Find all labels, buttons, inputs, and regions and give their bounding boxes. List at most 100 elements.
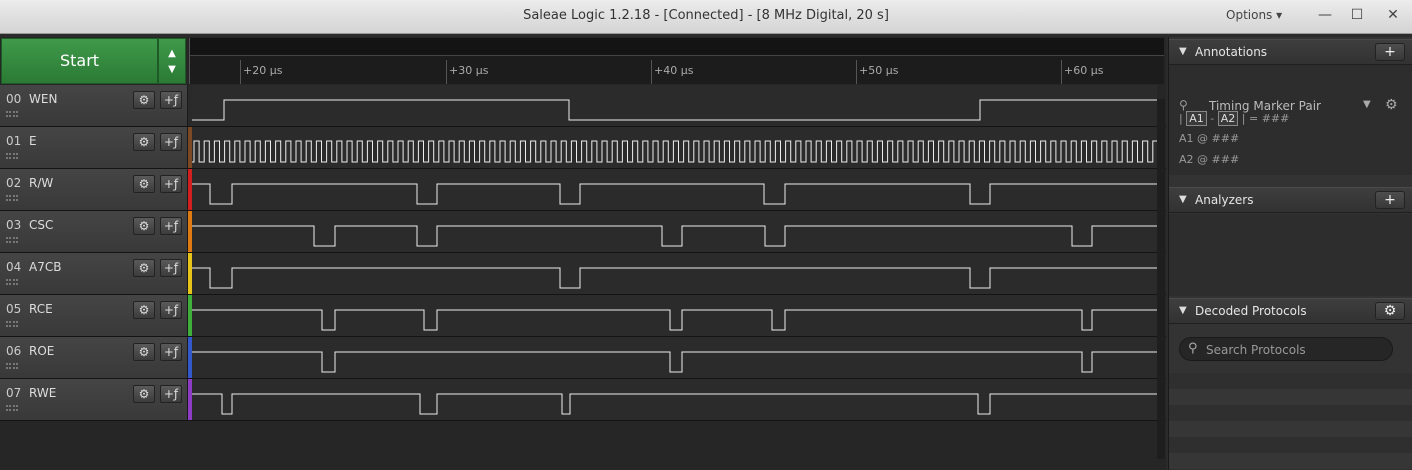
collapse-triangle-icon[interactable]: ▼ [1179, 46, 1187, 57]
decoded-protocols-title: Decoded Protocols [1195, 304, 1307, 318]
channel-row-csc[interactable]: 03 CSC ⚙ +ƒ [0, 211, 1166, 253]
channel-settings-button[interactable]: ⚙ [133, 175, 155, 193]
start-options-button[interactable]: ▲ ▼ [158, 38, 186, 84]
waveform-e[interactable] [192, 127, 1157, 168]
channel-index: 07 [6, 386, 22, 400]
channel-name[interactable]: R/W [29, 176, 53, 190]
channel-name[interactable]: ROE [29, 344, 54, 358]
waveform-a7cb[interactable] [192, 253, 1157, 294]
waveform-rce[interactable] [192, 295, 1157, 336]
channel-settings-button[interactable]: ⚙ [133, 343, 155, 361]
vertical-scrollbar[interactable] [1157, 99, 1165, 459]
drag-handle-icon[interactable] [6, 363, 18, 369]
trigger-button[interactable]: +ƒ [160, 217, 182, 235]
channel-index: 04 [6, 260, 22, 274]
ruler-tick-label: +50 µs [859, 64, 899, 77]
trigger-button[interactable]: +ƒ [160, 385, 182, 403]
channel-name[interactable]: RWE [29, 386, 56, 400]
channel-area: Start ▲ ▼ +20 µs +30 µs +40 µs +50 µs +6… [0, 37, 1166, 470]
time-ruler[interactable]: +20 µs +30 µs +40 µs +50 µs +60 µs [189, 38, 1164, 84]
analyzers-title: Analyzers [1195, 193, 1254, 207]
add-analyzer-button[interactable]: + [1375, 191, 1405, 209]
a1-value: ### [1211, 132, 1240, 145]
channel-row-e[interactable]: 01 E ⚙ +ƒ [0, 127, 1166, 169]
waveform-rwe[interactable] [192, 379, 1157, 420]
measurement-row: | A1 - A2 | = ### [1179, 111, 1289, 126]
a2-row: A2 @ ### [1179, 153, 1239, 166]
trigger-button[interactable]: +ƒ [160, 133, 182, 151]
annotations-title: Annotations [1195, 45, 1268, 59]
channel-name[interactable]: RCE [29, 302, 53, 316]
channel-settings-button[interactable]: ⚙ [133, 91, 155, 109]
channel-settings-button[interactable]: ⚙ [133, 301, 155, 319]
channel-label[interactable]: 03 CSC ⚙ +ƒ [0, 211, 188, 252]
channel-label[interactable]: 01 E ⚙ +ƒ [0, 127, 188, 168]
decoded-protocols-header[interactable]: ▼ Decoded Protocols ⚙ [1169, 298, 1412, 324]
trigger-button[interactable]: +ƒ [160, 175, 182, 193]
ruler-tickline [1061, 60, 1062, 84]
trigger-button[interactable]: +ƒ [160, 91, 182, 109]
channel-name[interactable]: A7CB [29, 260, 61, 274]
side-panel: ▼ Annotations + ⚲ Timing Marker Pair ▼ ⚙… [1168, 37, 1412, 470]
search-input[interactable] [1206, 341, 1386, 359]
channel-settings-button[interactable]: ⚙ [133, 259, 155, 277]
channel-row-rce[interactable]: 05 RCE ⚙ +ƒ [0, 295, 1166, 337]
channel-row-rw[interactable]: 02 R/W ⚙ +ƒ [0, 169, 1166, 211]
channel-row-a7cb[interactable]: 04 A7CB ⚙ +ƒ [0, 253, 1166, 295]
channel-index: 05 [6, 302, 22, 316]
options-menu[interactable]: Options ▾ [1226, 8, 1282, 22]
channel-label[interactable]: 06 ROE ⚙ +ƒ [0, 337, 188, 378]
channel-name[interactable]: E [29, 134, 37, 148]
ruler-marker-bar[interactable] [190, 38, 1164, 56]
waveform-rw[interactable] [192, 169, 1157, 210]
channel-label[interactable]: 04 A7CB ⚙ +ƒ [0, 253, 188, 294]
channel-row-roe[interactable]: 06 ROE ⚙ +ƒ [0, 337, 1166, 379]
decoded-protocols-list[interactable] [1169, 373, 1412, 470]
analyzers-header[interactable]: ▼ Analyzers + [1169, 187, 1412, 213]
collapse-triangle-icon[interactable]: ▼ [1179, 305, 1187, 316]
waveform-csc[interactable] [192, 211, 1157, 252]
close-button[interactable]: ✕ [1380, 4, 1406, 28]
add-annotation-button[interactable]: + [1375, 43, 1405, 61]
channel-row-wen[interactable]: 00 WEN ⚙ +ƒ [0, 85, 1166, 127]
dropdown-triangle-icon[interactable]: ▼ [1363, 99, 1371, 110]
channel-settings-button[interactable]: ⚙ [133, 217, 155, 235]
drag-handle-icon[interactable] [6, 321, 18, 327]
ruler-tick-label: +30 µs [449, 64, 489, 77]
trigger-button[interactable]: +ƒ [160, 259, 182, 277]
trigger-button[interactable]: +ƒ [160, 343, 182, 361]
channel-label[interactable]: 00 WEN ⚙ +ƒ [0, 85, 188, 126]
ruler-tickline [651, 60, 652, 84]
channel-index: 02 [6, 176, 22, 190]
channel-row-rwe[interactable]: 07 RWE ⚙ +ƒ [0, 379, 1166, 421]
start-button[interactable]: Start [1, 38, 158, 84]
measure-value: = ### [1248, 112, 1290, 125]
channel-label[interactable]: 05 RCE ⚙ +ƒ [0, 295, 188, 336]
waveform-wen[interactable] [192, 85, 1157, 126]
waveform-roe[interactable] [192, 337, 1157, 378]
channel-name[interactable]: CSC [29, 218, 53, 232]
maximize-button[interactable]: ☐ [1344, 4, 1370, 28]
collapse-triangle-icon[interactable]: ▼ [1179, 194, 1187, 205]
gear-icon[interactable]: ⚙ [1385, 97, 1398, 113]
search-icon: ⚲ [1188, 341, 1198, 356]
channel-settings-button[interactable]: ⚙ [133, 133, 155, 151]
channel-name[interactable]: WEN [29, 92, 57, 106]
drag-handle-icon[interactable] [6, 237, 18, 243]
trigger-button[interactable]: +ƒ [160, 301, 182, 319]
drag-handle-icon[interactable] [6, 279, 18, 285]
drag-handle-icon[interactable] [6, 405, 18, 411]
channel-label[interactable]: 02 R/W ⚙ +ƒ [0, 169, 188, 210]
search-protocols[interactable]: ⚲ [1179, 337, 1393, 361]
channel-label[interactable]: 07 RWE ⚙ +ƒ [0, 379, 188, 420]
drag-handle-icon[interactable] [6, 153, 18, 159]
annotations-header[interactable]: ▼ Annotations + [1169, 39, 1412, 65]
minimize-button[interactable]: — [1312, 4, 1338, 28]
channel-index: 01 [6, 134, 22, 148]
drag-handle-icon[interactable] [6, 195, 18, 201]
gear-icon[interactable]: ⚙ [1375, 302, 1405, 320]
analyzers-body [1169, 214, 1412, 296]
channel-settings-button[interactable]: ⚙ [133, 385, 155, 403]
drag-handle-icon[interactable] [6, 111, 18, 117]
window-title: Saleae Logic 1.2.18 - [Connected] - [8 M… [523, 8, 889, 23]
